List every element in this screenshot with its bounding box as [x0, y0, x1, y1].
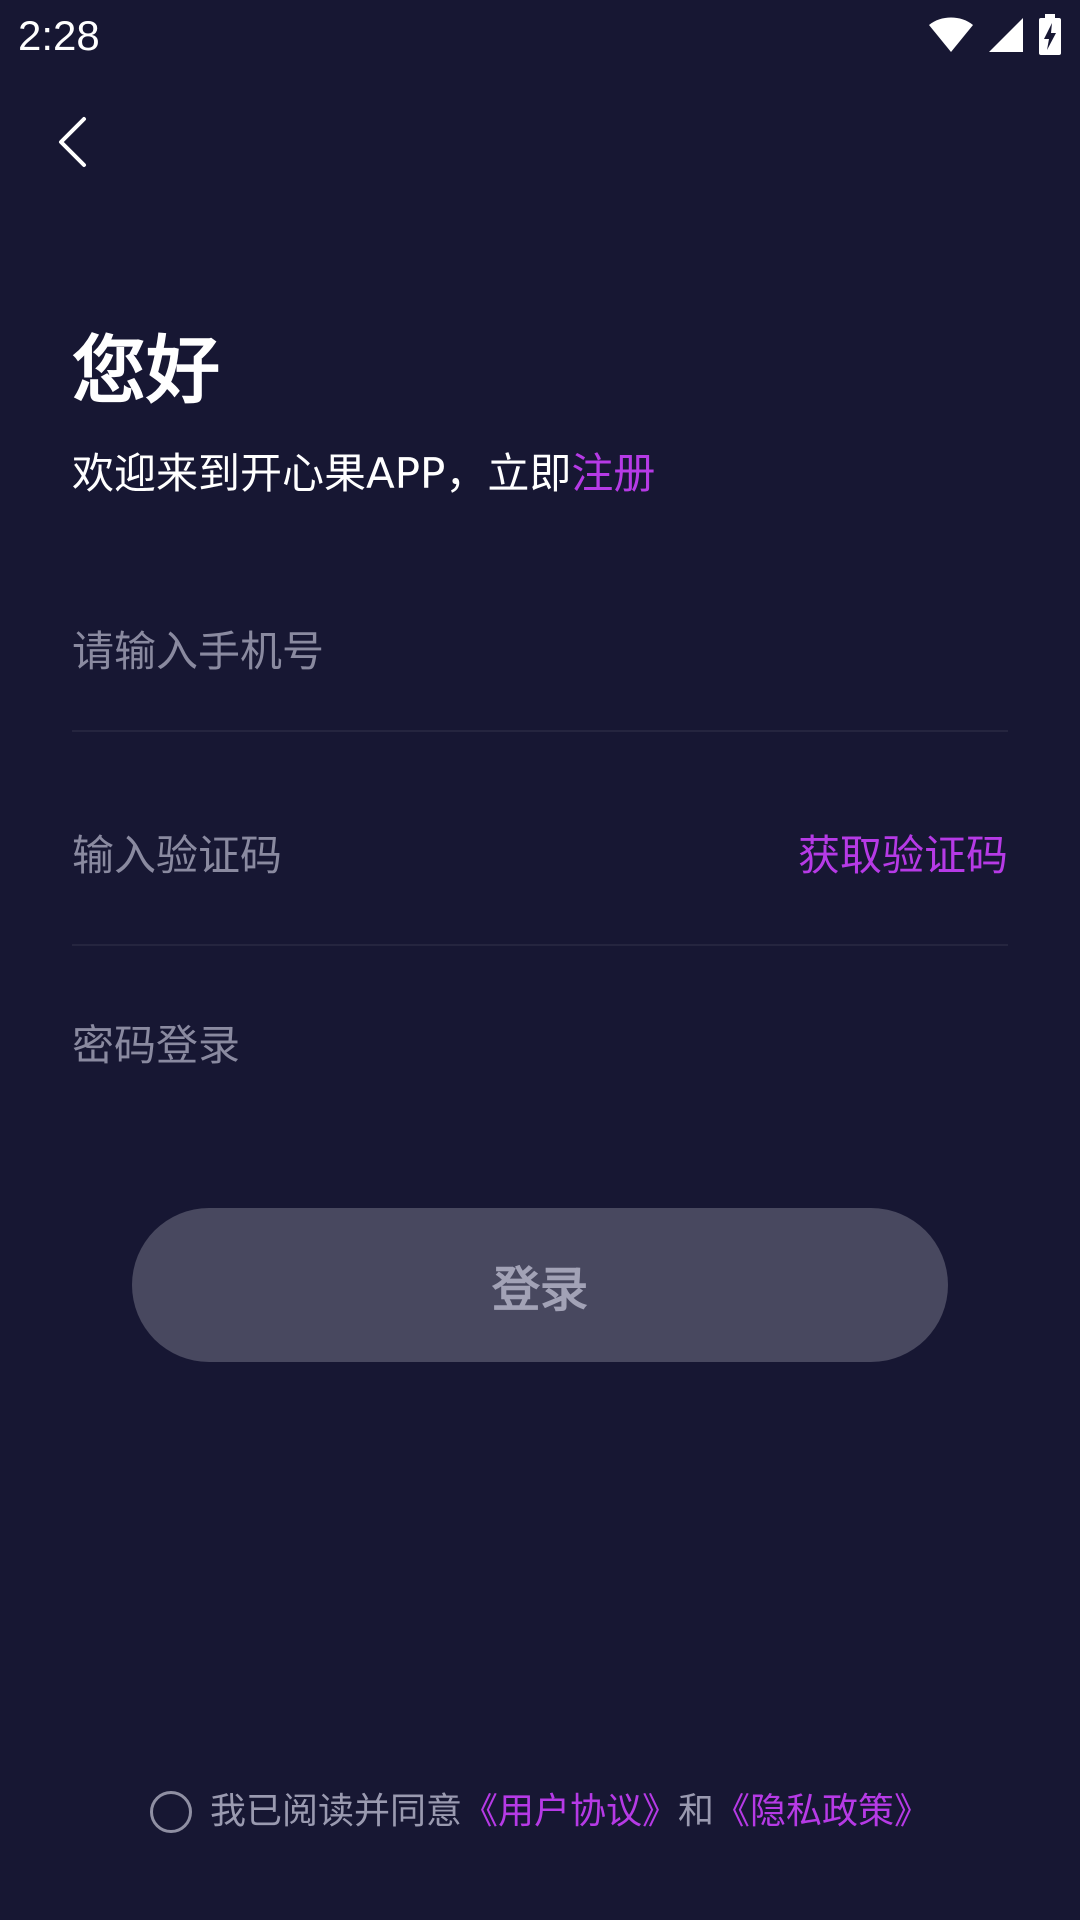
user-agreement-link[interactable]: 《用户协议》 — [462, 1784, 678, 1840]
phone-input[interactable] — [72, 624, 1008, 680]
agreement-prefix: 我已阅读并同意 — [209, 1791, 462, 1832]
welcome-prefix: 欢迎来到开心果APP，立即 — [72, 449, 572, 498]
code-field-group: 获取验证码 — [72, 828, 1008, 948]
wifi-icon — [928, 16, 974, 54]
agreement-row: 我已阅读并同意 《用户协议》和《隐私政策》 — [0, 1784, 1080, 1840]
code-divider — [72, 944, 1008, 946]
register-link[interactable]: 注册 — [571, 449, 655, 498]
welcome-text: 欢迎来到开心果APP，立即注册 — [72, 446, 655, 502]
password-login-link[interactable]: 密码登录 — [72, 1018, 240, 1074]
status-time: 2:28 — [18, 12, 100, 59]
status-icons — [928, 14, 1062, 56]
privacy-policy-link[interactable]: 《隐私政策》 — [714, 1784, 930, 1840]
get-code-button[interactable]: 获取验证码 — [798, 828, 1008, 884]
agreement-and: 和 — [678, 1791, 715, 1832]
status-bar: 2:28 — [0, 0, 1080, 72]
agree-checkbox[interactable] — [149, 1791, 192, 1833]
battery-charging-icon — [1038, 14, 1062, 56]
phone-divider — [72, 730, 1008, 732]
page-title: 您好 — [72, 328, 220, 414]
verification-code-input[interactable] — [72, 828, 712, 884]
login-button[interactable]: 登录 — [132, 1208, 948, 1362]
back-button[interactable] — [40, 108, 104, 180]
phone-field-group — [72, 624, 1008, 734]
login-screen: 2:28 您好 欢迎来到开心果APP，立即注册 请输入手机号 输入验证码 获取验… — [0, 0, 1080, 1920]
chevron-left-icon — [54, 116, 90, 172]
cell-signal-icon — [988, 17, 1024, 53]
